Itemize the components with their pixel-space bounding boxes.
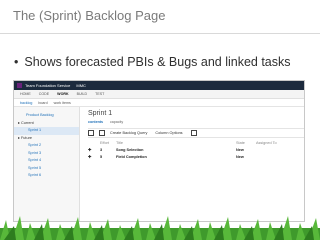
project-name[interactable]: MMC: [76, 83, 86, 88]
expand-icon[interactable]: [88, 130, 94, 136]
bullet-point: • Shows forecasted PBIs & Bugs and linked…: [14, 55, 291, 69]
row-title[interactable]: Song Selection: [116, 148, 236, 152]
nav-build[interactable]: BUILD: [77, 92, 88, 96]
table-row[interactable]: ✚ 5 Field Completion New: [88, 153, 304, 160]
nav-code[interactable]: CODE: [39, 92, 49, 96]
sprint-heading: Sprint 1: [88, 110, 113, 117]
backlog-toolbar: Create Backlog Query Column Options: [88, 128, 304, 138]
row-effort: 3: [100, 147, 103, 152]
sidebar-item-sprint-5[interactable]: Sprint 5: [14, 165, 79, 173]
slide-title: The (Sprint) Backlog Page: [13, 8, 166, 23]
sidebar: Product Backlog ▸ Current Sprint 1 ▸ Fut…: [14, 107, 80, 221]
tab-work-items[interactable]: work items: [54, 101, 71, 105]
backlog-grid: Effort Title State Assigned To ✚ 3 Song …: [88, 139, 304, 160]
backlog-screenshot: Team Foundation Service MMC HOME CODE WO…: [13, 80, 305, 222]
sidebar-item-product-backlog[interactable]: Product Backlog: [14, 112, 79, 120]
top-bar: Team Foundation Service MMC: [14, 81, 304, 90]
table-row[interactable]: ✚ 3 Song Selection New: [88, 146, 304, 153]
email-icon[interactable]: [190, 130, 197, 136]
service-name: Team Foundation Service: [25, 83, 71, 88]
expand-row-icon[interactable]: ✚: [88, 154, 100, 159]
nav-work[interactable]: WORK: [57, 92, 68, 96]
title-divider: [0, 33, 320, 34]
content-tabs: contents capacity: [88, 120, 304, 124]
tab-contents[interactable]: contents: [88, 120, 103, 124]
grass-decoration: [0, 216, 320, 240]
expand-row-icon[interactable]: ✚: [88, 147, 100, 152]
slide: The (Sprint) Backlog Page • Shows forecas…: [0, 0, 320, 240]
main-pane: Sprint 1 contents capacity Create Backlo…: [84, 107, 304, 221]
collapse-icon[interactable]: [99, 130, 105, 136]
tfs-logo-icon: [17, 83, 22, 88]
sidebar-group-future[interactable]: ▸ Future: [14, 135, 79, 143]
sidebar-item-sprint-2[interactable]: Sprint 2: [14, 142, 79, 150]
tab-board[interactable]: board: [38, 101, 47, 105]
sub-nav: backlog board work items: [14, 99, 304, 107]
column-options-button[interactable]: Column Options: [155, 131, 182, 135]
sidebar-item-sprint-1[interactable]: Sprint 1: [14, 127, 79, 135]
main-nav: HOME CODE WORK BUILD TEST: [14, 90, 304, 99]
nav-home[interactable]: HOME: [20, 92, 31, 96]
tab-backlog[interactable]: backlog: [20, 101, 32, 105]
col-header-assigned-to[interactable]: Assigned To: [256, 141, 286, 145]
sidebar-item-sprint-6[interactable]: Sprint 6: [14, 172, 79, 180]
row-title[interactable]: Field Completion: [116, 155, 236, 159]
sidebar-item-sprint-4[interactable]: Sprint 4: [14, 157, 79, 165]
col-header-effort[interactable]: Effort: [100, 141, 116, 145]
bullet-text: Shows forecasted PBIs & Bugs and linked …: [24, 55, 291, 69]
sidebar-item-sprint-3[interactable]: Sprint 3: [14, 150, 79, 158]
col-header-title[interactable]: Title: [116, 141, 236, 145]
row-effort: 5: [100, 154, 103, 159]
row-state: New: [236, 147, 244, 152]
nav-test[interactable]: TEST: [95, 92, 104, 96]
row-state: New: [236, 154, 244, 159]
tab-capacity[interactable]: capacity: [110, 120, 123, 124]
grid-header: Effort Title State Assigned To: [88, 139, 304, 146]
bullet-icon: •: [14, 55, 19, 69]
create-query-button[interactable]: Create Backlog Query: [110, 131, 147, 135]
col-header-state[interactable]: State: [236, 141, 256, 145]
sidebar-group-current[interactable]: ▸ Current: [14, 120, 79, 128]
